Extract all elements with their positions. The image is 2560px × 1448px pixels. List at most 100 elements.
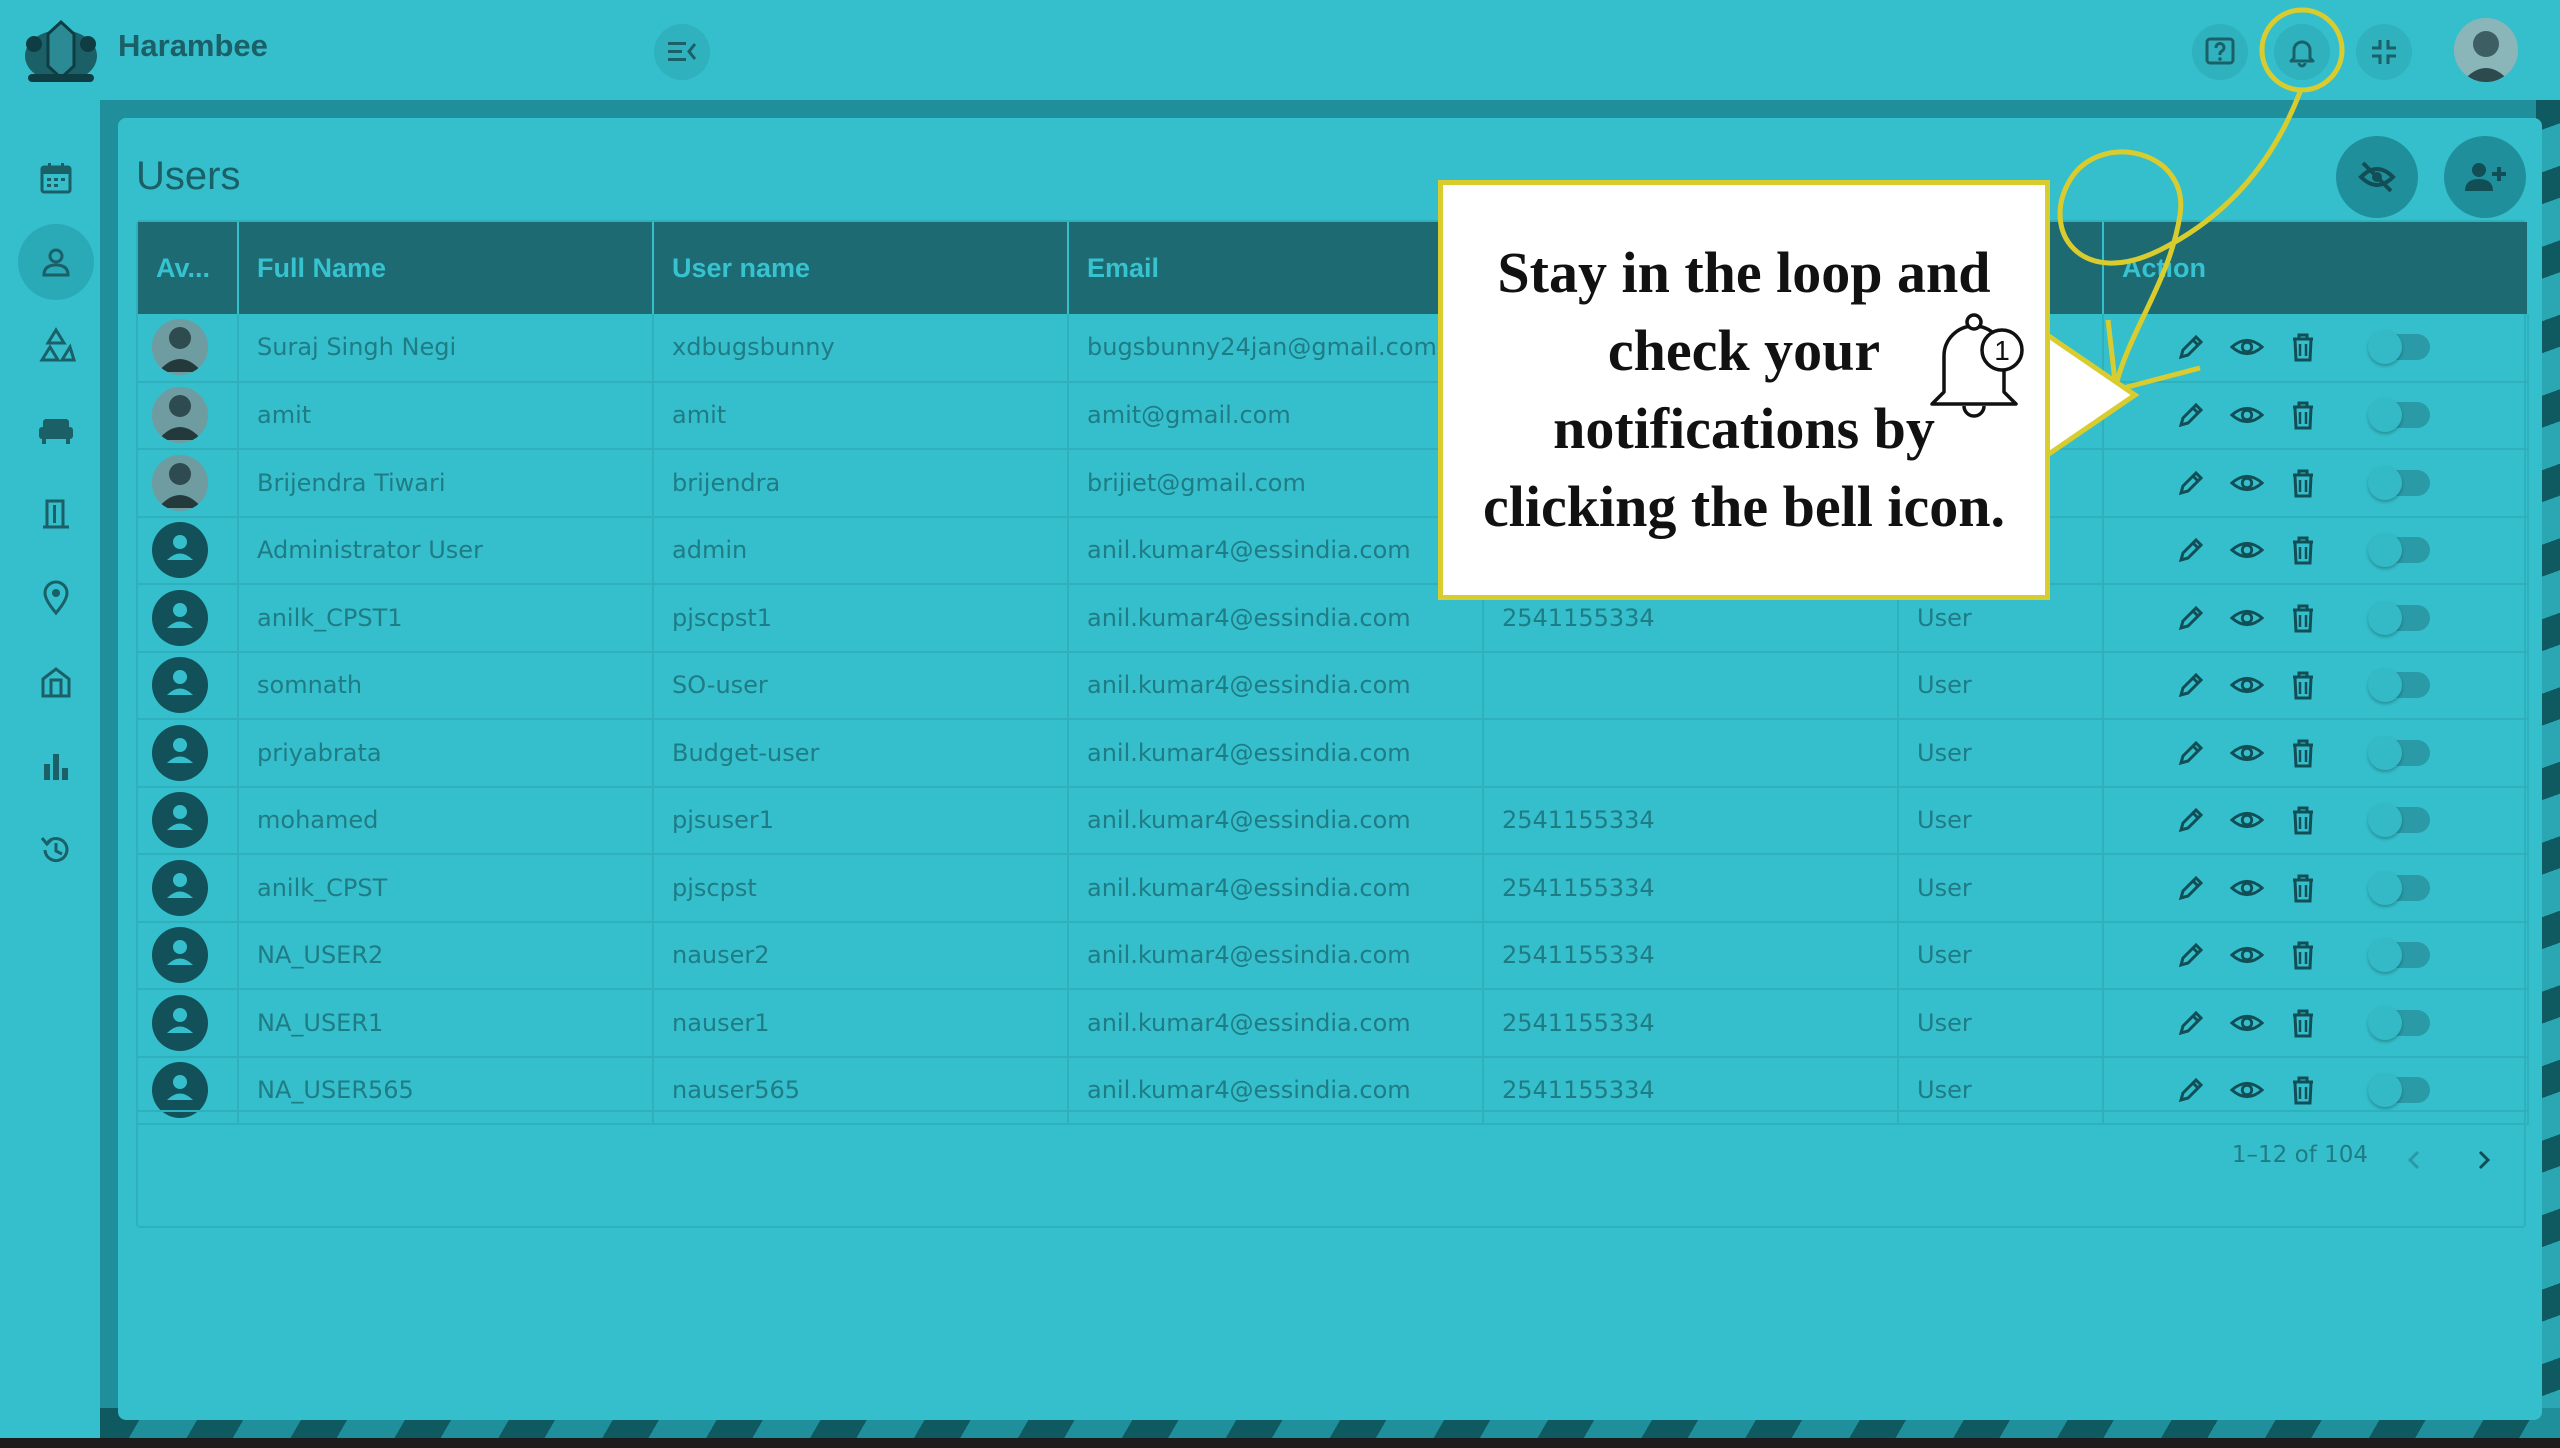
avatar-cell [138, 921, 239, 989]
status-toggle[interactable] [2368, 600, 2430, 635]
view-icon[interactable] [2230, 330, 2264, 364]
table-row: Administrator User admin anil.kumar4@essin… [138, 516, 2529, 584]
status-toggle[interactable] [2368, 1073, 2430, 1108]
status-toggle[interactable] [2368, 870, 2430, 905]
username-cell: admin [653, 516, 1069, 584]
status-toggle[interactable] [2368, 803, 2430, 838]
edit-icon[interactable] [2174, 533, 2208, 567]
status-toggle[interactable] [2368, 668, 2430, 703]
column-header-full-name[interactable]: Full Name [238, 222, 654, 314]
email-cell: anil.kumar4@essindia.com [1068, 584, 1484, 652]
view-icon[interactable] [2230, 1006, 2264, 1040]
sidebar [0, 100, 100, 1438]
view-icon[interactable] [2230, 533, 2264, 567]
delete-icon[interactable] [2286, 330, 2320, 364]
avatar [152, 927, 208, 984]
sidebar-item-recycle[interactable] [18, 308, 94, 384]
edit-icon[interactable] [2174, 398, 2208, 432]
account-circle-icon [160, 1000, 200, 1046]
table-row: Suraj Singh Negi xdbugsbunny bugsbunny24ja… [138, 314, 2529, 382]
edit-icon[interactable] [2174, 330, 2208, 364]
help-button[interactable] [2192, 24, 2248, 80]
view-icon[interactable] [2230, 938, 2264, 972]
view-icon[interactable] [2230, 1073, 2264, 1107]
chevron-left-icon [2407, 1150, 2420, 1170]
sidebar-item-users[interactable] [18, 224, 94, 300]
delete-icon[interactable] [2286, 736, 2320, 770]
action-cell [2103, 314, 2529, 382]
menu-collapse-button[interactable] [654, 24, 710, 80]
sidebar-item-locations[interactable] [18, 560, 94, 636]
delete-icon[interactable] [2286, 398, 2320, 432]
role-cell: User [1898, 989, 2104, 1057]
edit-icon[interactable] [2174, 1006, 2208, 1040]
edit-icon[interactable] [2174, 601, 2208, 635]
status-toggle[interactable] [2368, 735, 2430, 770]
next-page-button[interactable] [2460, 1136, 2508, 1184]
avatar-cell [138, 584, 239, 652]
delete-icon[interactable] [2286, 466, 2320, 500]
edit-icon[interactable] [2174, 668, 2208, 702]
sidebar-item-calendar[interactable] [18, 140, 94, 216]
edit-icon[interactable] [2174, 466, 2208, 500]
status-toggle[interactable] [2368, 533, 2430, 568]
view-icon[interactable] [2230, 398, 2264, 432]
delete-icon[interactable] [2286, 803, 2320, 837]
delete-icon[interactable] [2286, 1073, 2320, 1107]
delete-icon[interactable] [2286, 938, 2320, 972]
edit-icon[interactable] [2174, 736, 2208, 770]
sidebar-item-buildings[interactable] [18, 644, 94, 720]
user-avatar[interactable] [2454, 18, 2518, 82]
sidebar-item-furniture[interactable] [18, 392, 94, 468]
edit-icon[interactable] [2174, 1073, 2208, 1107]
callout-bell-icon: 1 [1930, 313, 2024, 418]
column-header-email[interactable]: Email [1068, 222, 1484, 314]
app-window: Harambee Users Av... Full Name User name… [0, 0, 2560, 1438]
table-row: mohamed pjsuser1 anil.kumar4@essindia.com 2… [138, 786, 2529, 854]
page-title: Users [136, 154, 241, 198]
delete-icon[interactable] [2286, 533, 2320, 567]
delete-icon[interactable] [2286, 871, 2320, 905]
column-header-action: Action [2103, 222, 2529, 314]
status-toggle[interactable] [2368, 938, 2430, 973]
delete-icon[interactable] [2286, 601, 2320, 635]
sidebar-item-history[interactable] [18, 812, 94, 888]
location-pin-icon [43, 580, 69, 616]
add-user-button[interactable] [2444, 136, 2526, 218]
view-icon[interactable] [2230, 803, 2264, 837]
coat-of-arms-logo [25, 19, 97, 82]
status-toggle[interactable] [2368, 1005, 2430, 1040]
action-cell [2103, 786, 2529, 854]
account-circle-icon [160, 527, 200, 573]
role-cell: User [1898, 719, 2104, 787]
column-header-username[interactable]: User name [653, 222, 1069, 314]
fullscreen-exit-button[interactable] [2356, 24, 2412, 80]
notifications-button[interactable] [2274, 24, 2330, 80]
edit-icon[interactable] [2174, 803, 2208, 837]
status-toggle[interactable] [2368, 330, 2430, 365]
view-icon[interactable] [2230, 601, 2264, 635]
delete-icon[interactable] [2286, 668, 2320, 702]
view-icon[interactable] [2230, 871, 2264, 905]
add-user-icon [2465, 163, 2506, 191]
menu-collapse-icon [668, 42, 697, 61]
sidebar-item-reports[interactable] [18, 728, 94, 804]
table-row: NA_USER1 nauser1 anil.kumar4@essindia.com 2… [138, 989, 2529, 1057]
avatar-cell [138, 381, 239, 449]
previous-page-button[interactable] [2390, 1136, 2438, 1184]
edit-icon[interactable] [2174, 938, 2208, 972]
delete-icon[interactable] [2286, 1006, 2320, 1040]
view-icon[interactable] [2230, 668, 2264, 702]
status-toggle[interactable] [2368, 465, 2430, 500]
edit-icon[interactable] [2174, 871, 2208, 905]
full-name-cell: priyabrata [238, 719, 654, 787]
status-toggle[interactable] [2368, 398, 2430, 433]
view-icon[interactable] [2230, 736, 2264, 770]
view-icon[interactable] [2230, 466, 2264, 500]
avatar-cell [138, 989, 239, 1057]
help-icon [2205, 37, 2235, 65]
full-name-cell: somnath [238, 651, 654, 719]
column-header-avatar[interactable]: Av... [138, 222, 239, 314]
toggle-visibility-button[interactable] [2336, 136, 2418, 218]
sidebar-item-rooms[interactable] [18, 476, 94, 552]
